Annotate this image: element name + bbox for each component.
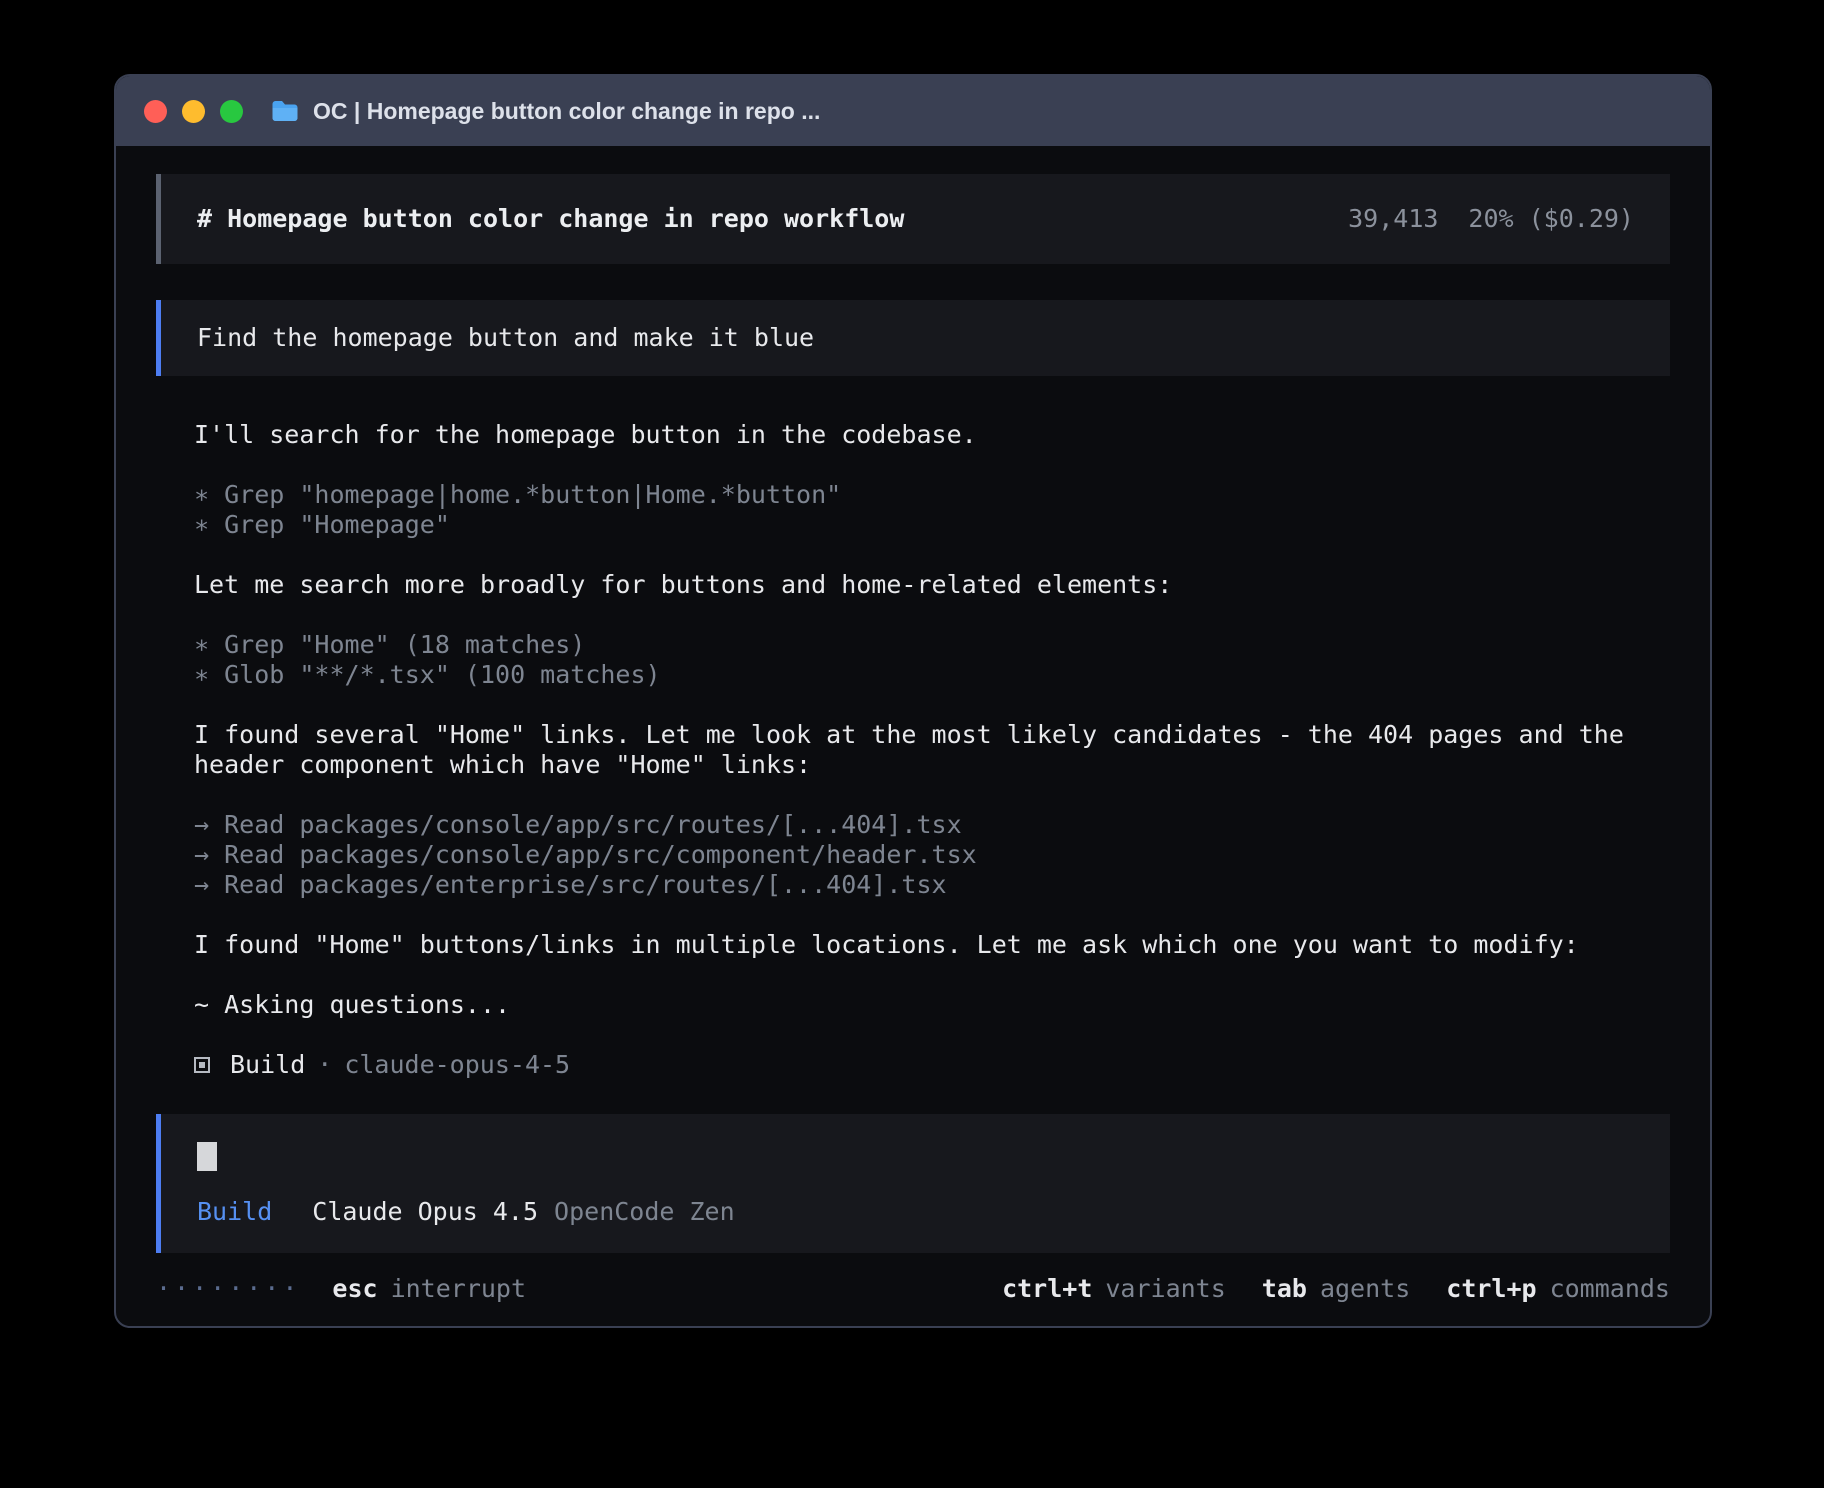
- text-cursor: [197, 1142, 217, 1171]
- tool-call-read: → Read packages/console/app/src/routes/[…: [194, 810, 1632, 840]
- agent-separator: ·: [317, 1050, 332, 1080]
- terminal-content: # Homepage button color change in repo w…: [116, 146, 1710, 1326]
- model-label[interactable]: Claude Opus 4.5: [312, 1197, 538, 1227]
- input-status-row: Build Claude Opus 4.5 OpenCode Zen: [197, 1197, 1634, 1227]
- esc-hint: esc interrupt: [332, 1274, 526, 1304]
- tool-call-glob: ∗ Glob "**/*.tsx" (100 matches): [194, 660, 1632, 690]
- tool-call-grep: ∗ Grep "homepage|home.*button|Home.*butt…: [194, 480, 1632, 510]
- commands-label: commands: [1550, 1274, 1670, 1304]
- tool-call-read: → Read packages/enterprise/src/routes/[.…: [194, 870, 1632, 900]
- tool-call-group: ∗ Grep "Home" (18 matches) ∗ Glob "**/*.…: [194, 630, 1632, 690]
- esc-key: esc: [332, 1274, 377, 1304]
- tool-call-read: → Read packages/console/app/src/componen…: [194, 840, 1632, 870]
- terminal-window: OC | Homepage button color change in rep…: [114, 74, 1712, 1328]
- agent-name: Build: [230, 1050, 305, 1080]
- provider-label: OpenCode Zen: [554, 1197, 735, 1227]
- context-usage: 20% ($0.29): [1468, 204, 1634, 234]
- token-count: 39,413: [1348, 204, 1438, 234]
- zoom-button[interactable]: [220, 100, 243, 123]
- tool-call-group: → Read packages/console/app/src/routes/[…: [194, 810, 1632, 900]
- variants-hint: ctrl+t variants: [1002, 1274, 1226, 1304]
- variants-label: variants: [1105, 1274, 1225, 1304]
- session-title: # Homepage button color change in repo w…: [197, 204, 904, 234]
- window-title-group: OC | Homepage button color change in rep…: [271, 98, 820, 125]
- close-button[interactable]: [144, 100, 167, 123]
- agents-label: agents: [1320, 1274, 1410, 1304]
- folder-icon: [271, 100, 299, 122]
- session-header: # Homepage button color change in repo w…: [156, 174, 1670, 264]
- session-metrics: 39,413 20% ($0.29): [1348, 204, 1634, 234]
- user-message: Find the homepage button and make it blu…: [156, 300, 1670, 376]
- commands-key: ctrl+p: [1446, 1274, 1536, 1304]
- spinner-dots: ········: [156, 1274, 300, 1304]
- assistant-message: I found "Home" buttons/links in multiple…: [194, 930, 1632, 960]
- shortcut-hints: ctrl+t variants tab agents ctrl+p comman…: [1002, 1274, 1670, 1304]
- agents-key: tab: [1262, 1274, 1307, 1304]
- tool-call-group: ∗ Grep "homepage|home.*button|Home.*butt…: [194, 480, 1632, 540]
- window-titlebar[interactable]: OC | Homepage button color change in rep…: [116, 76, 1710, 146]
- status-bar: ········ esc interrupt ctrl+t variants t…: [156, 1254, 1670, 1304]
- agent-model: claude-opus-4-5: [344, 1050, 570, 1080]
- assistant-message: I found several "Home" links. Let me loo…: [194, 720, 1632, 780]
- assistant-message: Let me search more broadly for buttons a…: [194, 570, 1632, 600]
- working-status: ~ Asking questions...: [194, 990, 1632, 1020]
- window-title: OC | Homepage button color change in rep…: [313, 98, 820, 125]
- user-message-text: Find the homepage button and make it blu…: [197, 323, 814, 352]
- prompt-input[interactable]: Build Claude Opus 4.5 OpenCode Zen: [156, 1114, 1670, 1253]
- variants-key: ctrl+t: [1002, 1274, 1092, 1304]
- agents-hint: tab agents: [1262, 1274, 1410, 1304]
- tool-call-grep: ∗ Grep "Home" (18 matches): [194, 630, 1632, 660]
- assistant-message: I'll search for the homepage button in t…: [194, 420, 1632, 450]
- minimize-button[interactable]: [182, 100, 205, 123]
- commands-hint: ctrl+p commands: [1446, 1274, 1670, 1304]
- esc-label: interrupt: [391, 1274, 526, 1304]
- agent-mode-label[interactable]: Build: [197, 1197, 272, 1227]
- agent-icon: [194, 1057, 210, 1073]
- tool-call-grep: ∗ Grep "Homepage": [194, 510, 1632, 540]
- traffic-lights: [144, 100, 243, 123]
- agent-status-line: Build · claude-opus-4-5: [194, 1050, 1632, 1080]
